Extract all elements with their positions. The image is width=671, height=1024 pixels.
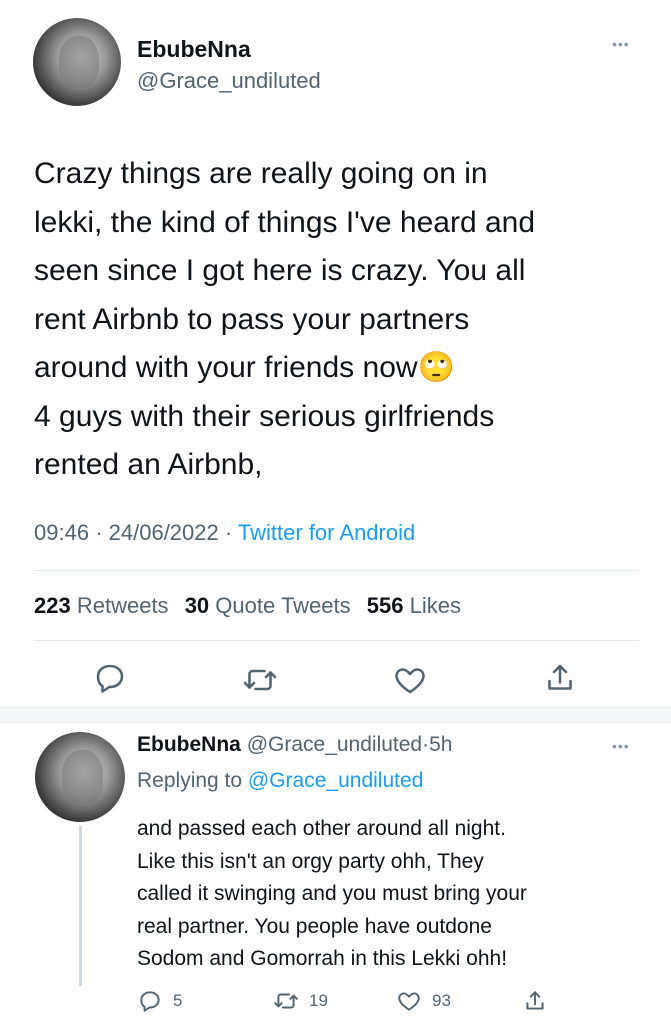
replying-to: Replying to @Grace_undiluted <box>137 769 423 793</box>
quotes-stat[interactable]: 30 Quote Tweets <box>185 593 351 618</box>
replying-prefix: Replying to <box>137 769 243 792</box>
reply-button[interactable] <box>92 660 132 700</box>
retweets-count: 223 <box>34 593 71 618</box>
reply-text: and passed each other around all night. … <box>137 817 527 970</box>
quotes-label: Quote Tweets <box>215 593 351 618</box>
avatar[interactable] <box>33 18 121 106</box>
tweet-stats: 223 Retweets 30 Quote Tweets 556 Likes <box>34 593 461 619</box>
more-options-icon[interactable]: ••• <box>612 738 630 754</box>
share-icon <box>526 991 544 1010</box>
quotes-count: 30 <box>184 593 210 618</box>
reply-header: EbubeNna @Grace_undiluted·5h <box>137 733 452 757</box>
like-icon <box>395 668 425 694</box>
reply-age: 5h <box>429 733 453 756</box>
reply-avatar[interactable] <box>35 732 125 822</box>
reply-author-name[interactable]: EbubeNna <box>137 733 241 756</box>
tweet-text: Crazy things are really going on in lekk… <box>34 157 536 481</box>
retweets-label: Retweets <box>76 593 169 618</box>
more-options-icon[interactable]: ••• <box>612 36 630 52</box>
retweet-icon <box>274 993 298 1009</box>
retweet-count: 19 <box>309 991 328 1010</box>
share-button[interactable] <box>542 660 582 700</box>
like-button[interactable] <box>392 662 432 702</box>
reply-count: 5 <box>173 991 183 1010</box>
separator-dot: · <box>95 520 103 545</box>
reply-share-button[interactable] <box>522 987 548 1015</box>
tweet-source-link[interactable]: Twitter for Android <box>238 520 415 545</box>
author-handle[interactable]: @Grace_undiluted <box>137 68 321 94</box>
author-name[interactable]: EbubeNna <box>137 36 251 63</box>
reply-icon <box>140 991 160 1012</box>
reply-retweet-button[interactable]: 19 <box>273 987 328 1015</box>
tweet-date: 24/06/2022 <box>108 520 219 545</box>
thread-line <box>79 826 82 986</box>
like-icon <box>398 992 420 1011</box>
divider <box>34 570 639 571</box>
share-icon <box>548 664 572 690</box>
reply-like-button[interactable]: 93 <box>396 987 451 1015</box>
tweet-meta: 09:46 · 24/06/2022 · Twitter for Android <box>34 520 415 546</box>
retweets-stat[interactable]: 223 Retweets <box>34 593 169 618</box>
likes-count: 556 <box>366 593 404 618</box>
separator-dot: · <box>224 520 233 545</box>
likes-label: Likes <box>409 593 461 618</box>
reply-reply-button[interactable]: 5 <box>137 987 182 1015</box>
retweet-button[interactable] <box>242 662 282 702</box>
like-count: 93 <box>432 991 451 1010</box>
divider <box>34 640 639 641</box>
reply-icon <box>96 664 124 693</box>
likes-stat[interactable]: 556 Likes <box>367 593 461 618</box>
reply-author-handle[interactable]: @Grace_undiluted <box>247 733 422 756</box>
section-separator <box>0 707 671 723</box>
replying-to-link[interactable]: @Grace_undiluted <box>248 769 423 792</box>
tweet-time: 09:46 <box>34 520 90 545</box>
retweet-icon <box>243 669 277 691</box>
